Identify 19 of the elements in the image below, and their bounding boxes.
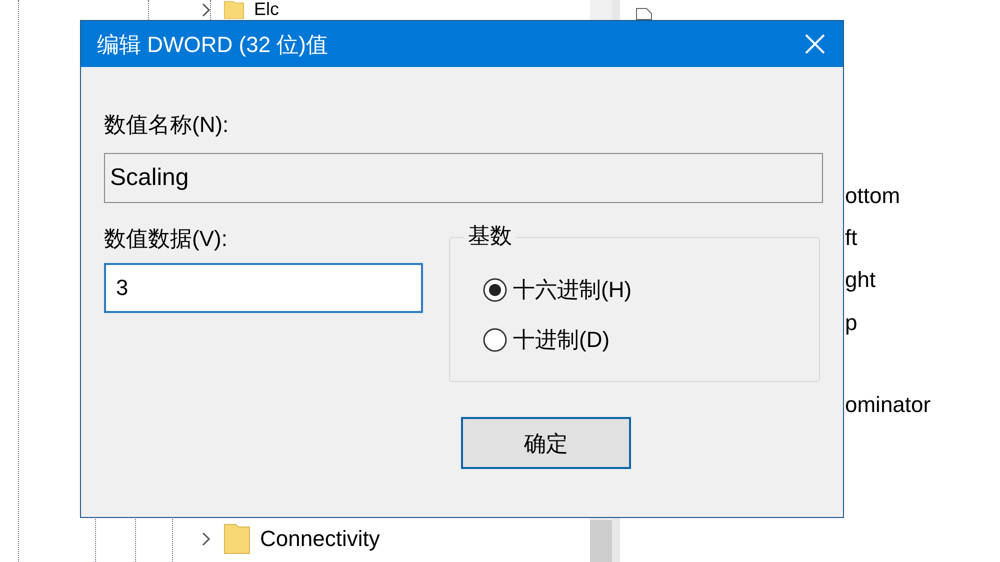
- tree-item[interactable]: Elc: [254, 0, 280, 19]
- radio-button[interactable]: [483, 328, 507, 352]
- list-item[interactable]: ottom: [845, 182, 900, 210]
- folder-icon: [224, 524, 250, 554]
- field-label: 数值数据(V):: [104, 225, 228, 253]
- list-item[interactable]: p: [845, 309, 858, 337]
- list-item[interactable]: ght: [845, 266, 876, 294]
- close-icon[interactable]: [803, 32, 827, 56]
- radio-label[interactable]: 十六进制(H): [513, 276, 632, 304]
- list-item[interactable]: ominator: [845, 391, 931, 419]
- radio-button[interactable]: [483, 278, 507, 302]
- scrollbar-thumb[interactable]: [590, 520, 612, 562]
- list-item[interactable]: ft: [845, 224, 858, 252]
- field-label: 数值名称(N):: [104, 111, 229, 139]
- window-title: 编辑 DWORD (32 位)值: [97, 30, 328, 58]
- tree-item[interactable]: Connectivity: [260, 522, 380, 555]
- value-data-field[interactable]: 3: [104, 263, 423, 313]
- radio-label[interactable]: 十进制(D): [513, 326, 610, 354]
- ok-button[interactable]: 确定: [461, 417, 631, 469]
